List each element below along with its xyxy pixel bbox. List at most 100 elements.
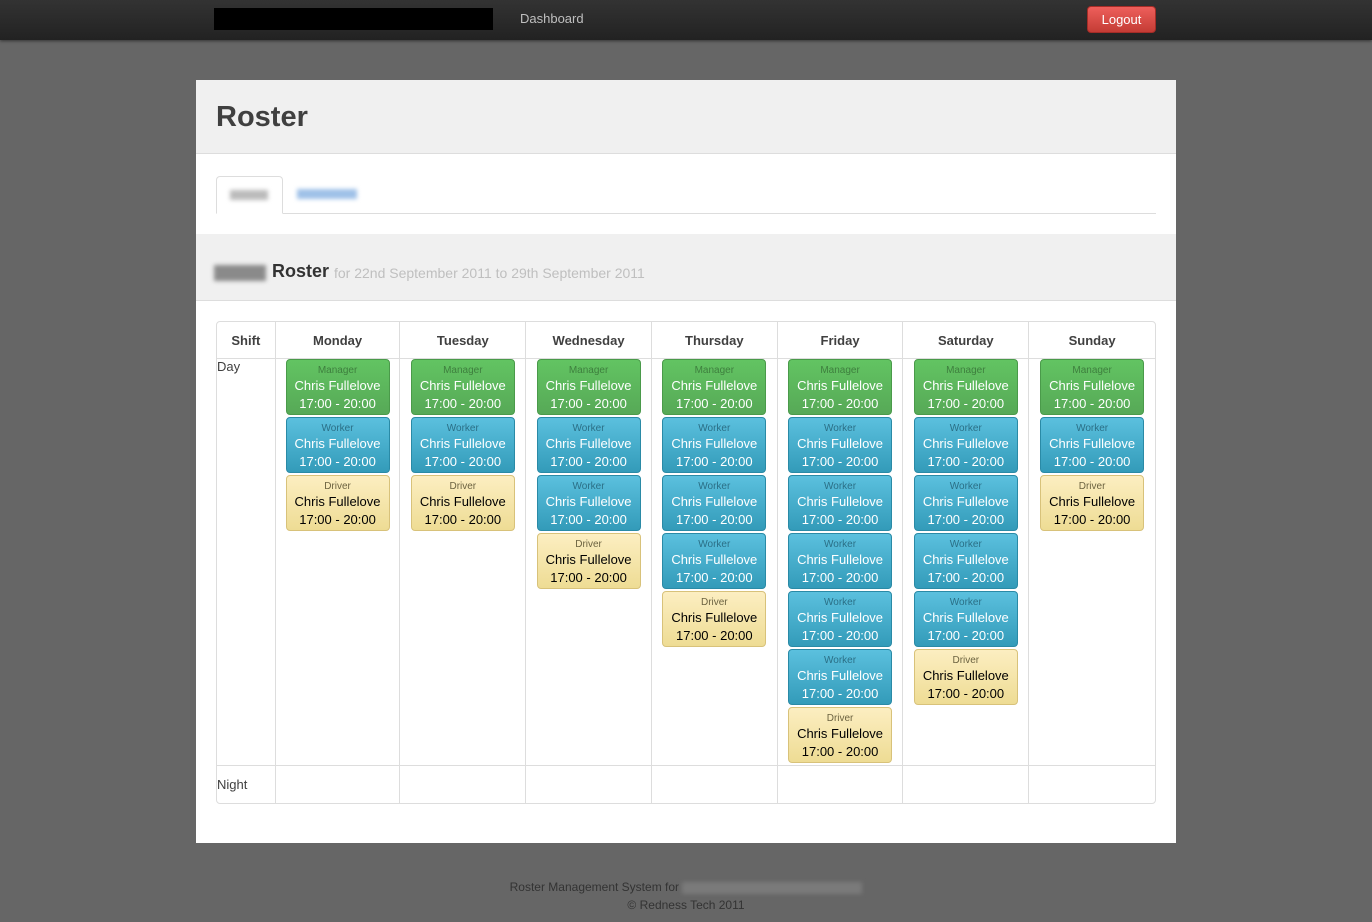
shift-time: 17:00 - 20:00 [424,454,502,469]
footer-copyright: © Redness Tech 2011 [627,898,745,912]
tabs [216,176,1156,214]
roster-heading: Roster [272,261,330,281]
shift-name: Chris Fullelove [797,378,884,393]
day-cell: Manager Chris Fullelove 17:00 - 20:00 Worke… [525,358,651,765]
shift-card-worker[interactable]: Worker Chris Fullelove 17:00 - 20:00 [788,591,893,647]
shift-card-worker[interactable]: Worker Chris Fullelove 17:00 - 20:00 [662,533,767,589]
shift-card-worker[interactable]: Worker Chris Fullelove 17:00 - 20:00 [536,475,641,531]
shift-role: Worker [698,481,731,492]
shift-name: Chris Fullelove [671,378,758,393]
column-header-thursday: Thursday [650,322,777,358]
shift-card-driver[interactable]: Driver Chris Fullelove 17:00 - 20:00 [410,475,515,531]
tab-secondary[interactable] [283,176,373,214]
shift-name: Chris Fullelove [1049,378,1136,393]
shift-name: Chris Fullelove [797,436,884,451]
shift-name: Chris Fullelove [419,378,506,393]
shift-card-worker[interactable]: Worker Chris Fullelove 17:00 - 20:00 [788,475,893,531]
shift-card-manager[interactable]: Manager Chris Fullelove 17:00 - 20:00 [1040,359,1145,415]
shift-card-manager[interactable]: Manager Chris Fullelove 17:00 - 20:00 [410,359,515,415]
shift-role: Driver [575,539,602,550]
footer-line-1: Roster Management System for [0,878,1372,896]
shift-role: Driver [1078,481,1106,492]
shift-role: Worker [949,597,982,608]
shift-name: Chris Fullelove [797,494,884,509]
shift-time: 17:00 - 20:00 [550,512,627,527]
shift-card-driver[interactable]: Driver Chris Fullelove 17:00 - 20:00 [913,649,1018,705]
shift-time: 17:00 - 20:00 [927,512,1005,527]
shift-card-worker[interactable]: Worker Chris Fullelove 17:00 - 20:00 [1040,417,1145,473]
shift-role: Manager [317,365,358,376]
shift-name: Chris Fullelove [797,668,884,683]
shift-card-worker[interactable]: Worker Chris Fullelove 17:00 - 20:00 [788,417,893,473]
top-navbar: Dashboard Logout [0,0,1372,40]
shift-card-manager[interactable]: Manager Chris Fullelove 17:00 - 20:00 [285,359,390,415]
shift-role: Worker [949,423,982,434]
shift-role: Worker [572,423,605,434]
shift-role: Worker [824,423,857,434]
shift-card-driver[interactable]: Driver Chris Fullelove 17:00 - 20:00 [788,707,893,763]
table-header-row: Shift Monday Tuesday Wednesday Thursday Frid… [217,322,1155,358]
shift-card-manager[interactable]: Manager Chris Fullelove 17:00 - 20:00 [662,359,767,415]
shift-card-worker[interactable]: Worker Chris Fullelove 17:00 - 20:00 [285,417,390,473]
day-cell: Manager Chris Fullelove 17:00 - 20:00 Worke… [1028,358,1155,765]
shift-card-worker[interactable]: Worker Chris Fullelove 17:00 - 20:00 [536,417,641,473]
shift-name: Chris Fullelove [294,494,381,509]
roster-date-range: for 22nd September 2011 to 29th Septembe… [334,265,645,281]
shift-time: 17:00 - 20:00 [801,396,879,411]
shift-name: Chris Fullelove [922,668,1009,683]
shift-role: Worker [572,481,605,492]
shift-card-worker[interactable]: Worker Chris Fullelove 17:00 - 20:00 [913,417,1018,473]
day-cell: Manager Chris Fullelove 17:00 - 20:00 Worke… [776,358,903,765]
shift-role: Driver [826,713,854,724]
shift-card-worker[interactable]: Worker Chris Fullelove 17:00 - 20:00 [788,533,893,589]
nav-dashboard-link[interactable]: Dashboard [520,11,584,26]
shift-card-driver[interactable]: Driver Chris Fullelove 17:00 - 20:00 [285,475,390,531]
shift-card-driver[interactable]: Driver Chris Fullelove 17:00 - 20:00 [536,533,641,589]
shift-name: Chris Fullelove [797,726,884,741]
shift-card-worker[interactable]: Worker Chris Fullelove 17:00 - 20:00 [913,533,1018,589]
shift-card-driver[interactable]: Driver Chris Fullelove 17:00 - 20:00 [1040,475,1145,531]
shift-time: 17:00 - 20:00 [299,454,376,469]
shift-card-manager[interactable]: Manager Chris Fullelove 17:00 - 20:00 [536,359,641,415]
shift-time: 17:00 - 20:00 [424,512,502,527]
shift-card-worker[interactable]: Worker Chris Fullelove 17:00 - 20:00 [662,417,767,473]
shift-card-worker[interactable]: Worker Chris Fullelove 17:00 - 20:00 [410,417,515,473]
shift-card-manager[interactable]: Manager Chris Fullelove 17:00 - 20:00 [913,359,1018,415]
shift-time: 17:00 - 20:00 [676,396,753,411]
column-header-wednesday: Wednesday [525,322,651,358]
shift-card-worker[interactable]: Worker Chris Fullelove 17:00 - 20:00 [913,475,1018,531]
shift-role: Worker [446,423,479,434]
shift-card-worker[interactable]: Worker Chris Fullelove 17:00 - 20:00 [662,475,767,531]
shift-role: Manager [694,365,735,376]
day-cell: Manager Chris Fullelove 17:00 - 20:00 Worke… [650,358,777,765]
shift-card-worker[interactable]: Worker Chris Fullelove 17:00 - 20:00 [788,649,893,705]
shift-name: Chris Fullelove [797,610,884,625]
shift-name: Chris Fullelove [419,494,506,509]
shift-role: Driver [952,655,980,666]
logout-button[interactable]: Logout [1087,6,1156,33]
shift-time: 17:00 - 20:00 [550,570,627,585]
main-container: Roster Roster for 22nd September 2011 to… [196,80,1176,843]
tab-active[interactable] [216,176,283,214]
shift-name: Chris Fullelove [545,552,632,567]
shift-name: Chris Fullelove [671,494,758,509]
shift-time: 17:00 - 20:00 [676,570,753,585]
shift-role: Worker [1076,423,1109,434]
brand-redacted[interactable] [214,8,493,30]
shift-time: 17:00 - 20:00 [1053,396,1131,411]
shift-name: Chris Fullelove [797,552,884,567]
shift-role: Manager [443,365,483,376]
footer-system-name: Roster Management System for [509,880,680,894]
shift-time: 17:00 - 20:00 [550,454,627,469]
shift-time: 17:00 - 20:00 [927,570,1005,585]
day-cell [1028,765,1155,803]
shift-card-worker[interactable]: Worker Chris Fullelove 17:00 - 20:00 [913,591,1018,647]
day-cell [525,765,651,803]
shift-time: 17:00 - 20:00 [927,628,1005,643]
shift-card-manager[interactable]: Manager Chris Fullelove 17:00 - 20:00 [788,359,893,415]
shift-role: Worker [824,655,857,666]
shift-time: 17:00 - 20:00 [676,512,753,527]
shift-row-night: Night [217,765,1155,803]
shift-card-driver[interactable]: Driver Chris Fullelove 17:00 - 20:00 [662,591,767,647]
shift-time: 17:00 - 20:00 [801,686,879,701]
